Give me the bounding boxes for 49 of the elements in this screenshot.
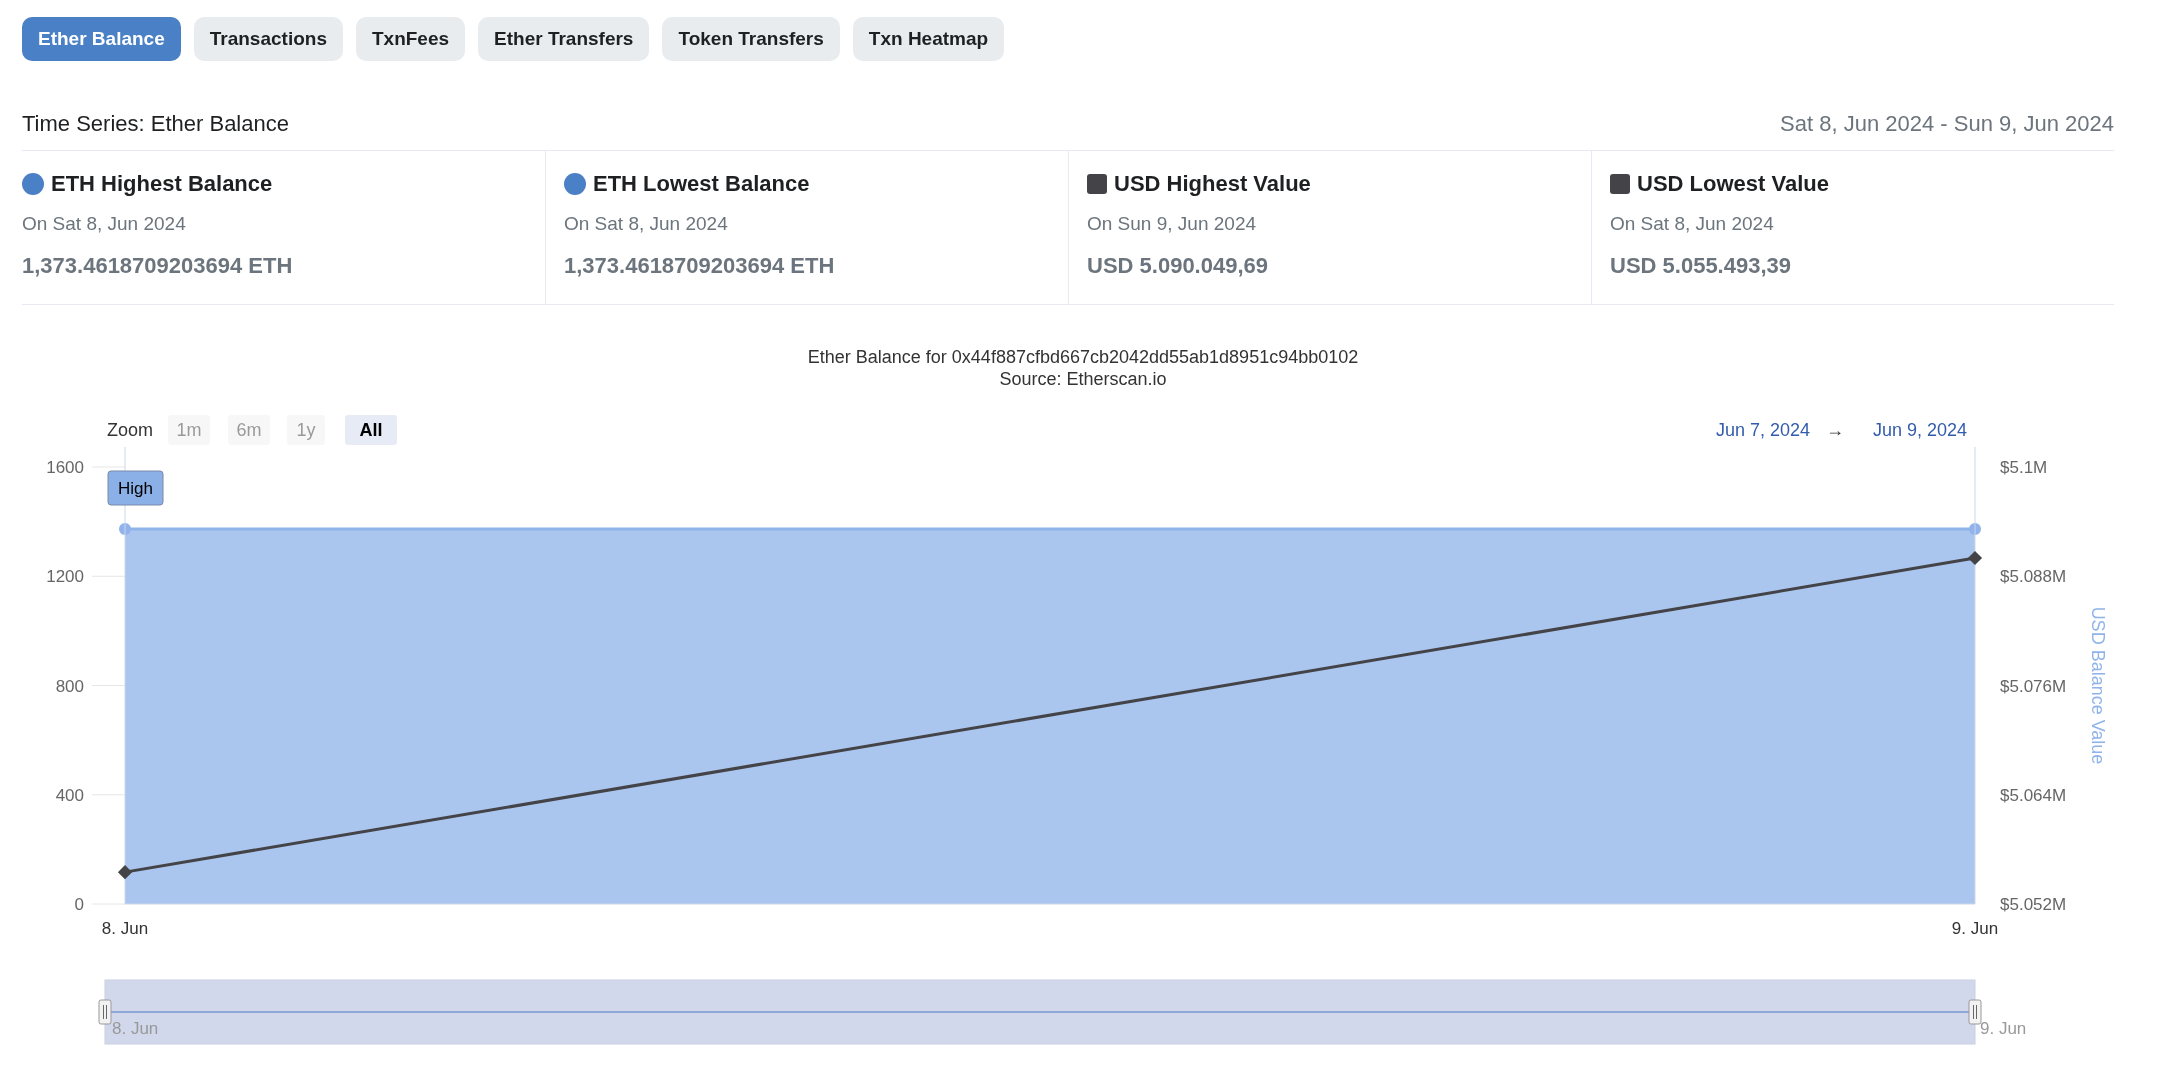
stat-label: USD Lowest Value xyxy=(1637,170,1829,198)
date-range: Sat 8, Jun 2024 - Sun 9, Jun 2024 xyxy=(1780,109,2114,138)
chart-title: Ether Balance for 0x44f887cfbd667cb2042dd55ab1d8951c94bb0102 xyxy=(807,346,1359,367)
stat-value: USD 5.055.493,39 xyxy=(1610,251,1793,280)
tab[interactable]: Transactions xyxy=(193,17,343,61)
stat-value: 1,373.4618709203694 ETH xyxy=(564,251,836,280)
data-point xyxy=(119,522,131,535)
x-axis-label: 9. Jun xyxy=(1951,918,1999,938)
stat-date: On Sat 8, Jun 2024 xyxy=(22,212,187,236)
stat-value: 1,373.4618709203694 ETH xyxy=(22,251,294,280)
tab[interactable]: Token Transfers xyxy=(662,17,840,61)
stat-label: ETH Lowest Balance xyxy=(593,170,810,198)
stat-date: On Sat 8, Jun 2024 xyxy=(564,212,729,236)
data-point xyxy=(1969,522,1981,535)
y-axis-label: 800 xyxy=(55,676,84,695)
navigator-label: 9. Jun xyxy=(1980,1018,2027,1038)
navigator-handle[interactable] xyxy=(98,999,112,1024)
tab[interactable]: Txn Heatmap xyxy=(852,17,1005,61)
y-axis-label: $5.064M xyxy=(2000,785,2067,805)
y-axis-label: $5.088M xyxy=(2000,566,2067,586)
annotation: High xyxy=(118,478,153,498)
tab[interactable]: Ether Transfers xyxy=(478,17,650,61)
y-axis-label: 400 xyxy=(55,785,84,805)
navigator-track[interactable] xyxy=(104,979,1976,1044)
zoom-button[interactable]: All xyxy=(345,414,397,445)
tab[interactable]: TxnFees xyxy=(355,17,466,61)
x-axis-label: 8. Jun xyxy=(101,918,149,938)
y-axis-label: $5.052M xyxy=(2000,894,2067,914)
tab[interactable]: Ether Balance xyxy=(22,17,181,61)
navigator-handle[interactable] xyxy=(1968,999,1982,1024)
stat-date: On Sun 9, Jun 2024 xyxy=(1087,212,1257,236)
y-axis-label: 1600 xyxy=(46,457,84,477)
chart-subtitle: Source: Etherscan.io xyxy=(999,368,1167,389)
y-axis-label: $5.1M xyxy=(2000,457,2048,477)
range-arrow: → xyxy=(1826,419,1844,440)
range-end-date[interactable]: Jun 9, 2024 xyxy=(1872,419,1967,440)
zoom-label: Zoom xyxy=(107,419,153,440)
stat-date: On Sat 8, Jun 2024 xyxy=(1610,212,1775,236)
stat-label: USD Highest Value xyxy=(1114,170,1311,198)
section-title: Time Series: Ether Balance xyxy=(22,109,289,138)
navigator-label: 8. Jun xyxy=(112,1018,159,1038)
stat-value: USD 5.090.049,69 xyxy=(1087,251,1270,280)
y-axis-label: $5.076M xyxy=(2000,676,2067,695)
axis-title: USD Balance Value xyxy=(2088,606,2108,764)
range-start-date[interactable]: Jun 7, 2024 xyxy=(1715,419,1810,440)
y-axis-label: 1200 xyxy=(46,566,84,586)
flag-label: High xyxy=(107,470,164,505)
y-axis-label: 0 xyxy=(74,894,84,914)
stat-label: ETH Highest Balance xyxy=(51,170,273,198)
